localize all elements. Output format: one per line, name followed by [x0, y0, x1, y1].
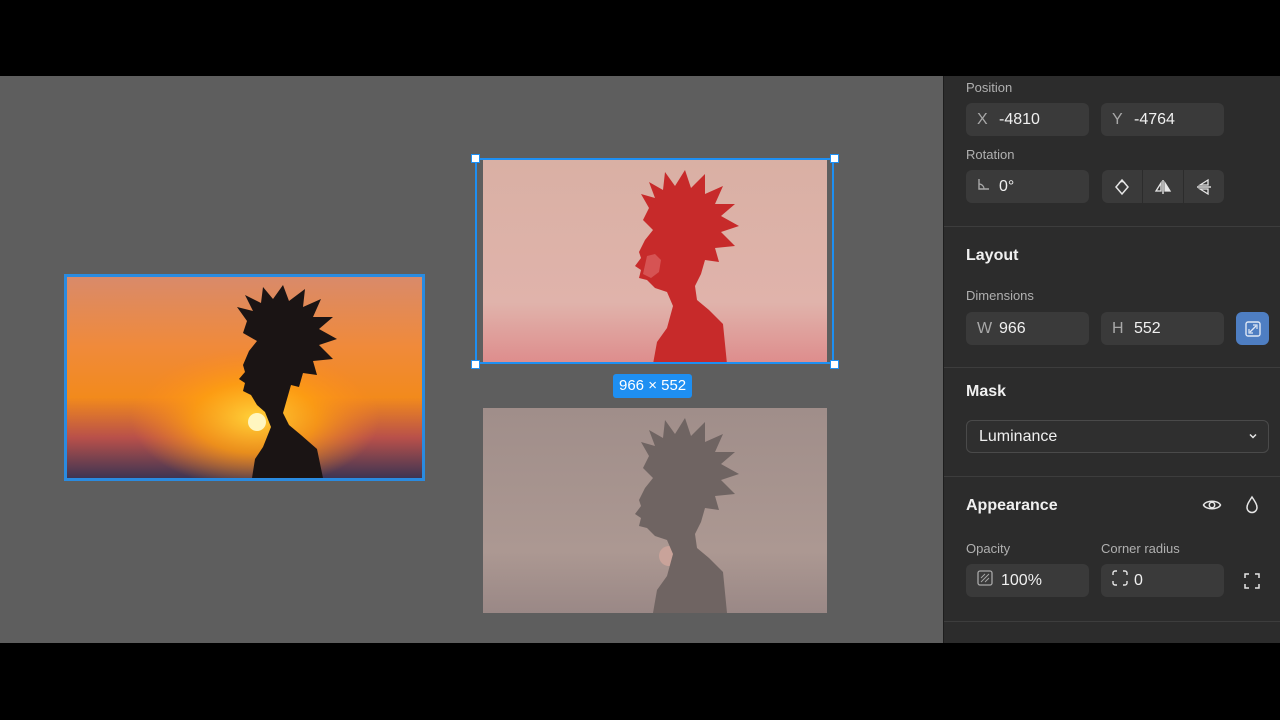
corner-radius-field[interactable]: 0	[1101, 564, 1224, 597]
position-x-value: -4810	[999, 110, 1040, 128]
width-value: 966	[999, 319, 1026, 337]
y-prefix: Y	[1112, 110, 1123, 128]
h-prefix: H	[1112, 319, 1124, 337]
resize-handle-top-right[interactable]	[830, 154, 839, 163]
selection-box[interactable]	[475, 158, 834, 364]
resize-handle-bottom-right[interactable]	[830, 360, 839, 369]
sunset-image[interactable]	[64, 274, 425, 481]
opacity-label: Opacity	[966, 541, 1011, 556]
mask-mode-value: Luminance	[979, 427, 1058, 445]
transform-buttons	[1102, 170, 1224, 203]
width-field[interactable]: W 966	[966, 312, 1089, 345]
height-value: 552	[1134, 319, 1161, 337]
position-y-value: -4764	[1134, 110, 1175, 128]
rotation-value: 0°	[999, 177, 1015, 195]
rotation-field[interactable]: 0°	[966, 170, 1089, 203]
rotation-label: Rotation	[966, 147, 1015, 162]
corner-radius-icon	[1112, 570, 1134, 591]
corner-radius-label: Corner radius	[1101, 541, 1180, 556]
independent-corners-icon[interactable]	[1232, 564, 1272, 597]
position-label: Position	[966, 80, 1013, 95]
app: 966 × 552 Position X -4810 Y -4764 Rotat…	[0, 76, 1280, 643]
height-field[interactable]: H 552	[1101, 312, 1224, 345]
resize-handle-top-left[interactable]	[471, 154, 480, 163]
flip-vertical-icon[interactable]	[1184, 170, 1224, 203]
opacity-value: 100%	[1001, 571, 1042, 589]
x-prefix: X	[977, 110, 988, 128]
flip-horizontal-icon[interactable]	[1143, 170, 1183, 203]
mask-mode-select[interactable]: Luminance	[966, 420, 1269, 453]
drop-icon[interactable]	[1232, 488, 1272, 521]
aspect-lock-icon[interactable]	[1236, 312, 1269, 345]
w-prefix: W	[977, 319, 993, 337]
chevron-down-icon	[1248, 428, 1258, 446]
position-y-field[interactable]: Y -4764	[1101, 103, 1224, 136]
rotate-icon[interactable]	[1102, 170, 1142, 203]
appearance-title: Appearance	[966, 497, 1058, 514]
dimension-badge: 966 × 552	[613, 374, 693, 398]
mask-title: Mask	[966, 383, 1007, 400]
properties-panel: Position X -4810 Y -4764 Rotation 0° Lay…	[943, 76, 1280, 643]
eye-icon[interactable]	[1192, 488, 1232, 521]
opacity-field[interactable]: 100%	[966, 564, 1089, 597]
layout-title: Layout	[966, 247, 1019, 264]
canvas[interactable]: 966 × 552	[0, 76, 943, 643]
grayscale-image[interactable]	[483, 408, 827, 613]
position-x-field[interactable]: X -4810	[966, 103, 1089, 136]
dimensions-label: Dimensions	[966, 288, 1034, 303]
opacity-icon	[977, 570, 1001, 591]
resize-handle-bottom-left[interactable]	[471, 360, 480, 369]
rotation-angle-icon	[977, 177, 999, 196]
corner-radius-value: 0	[1134, 571, 1143, 589]
